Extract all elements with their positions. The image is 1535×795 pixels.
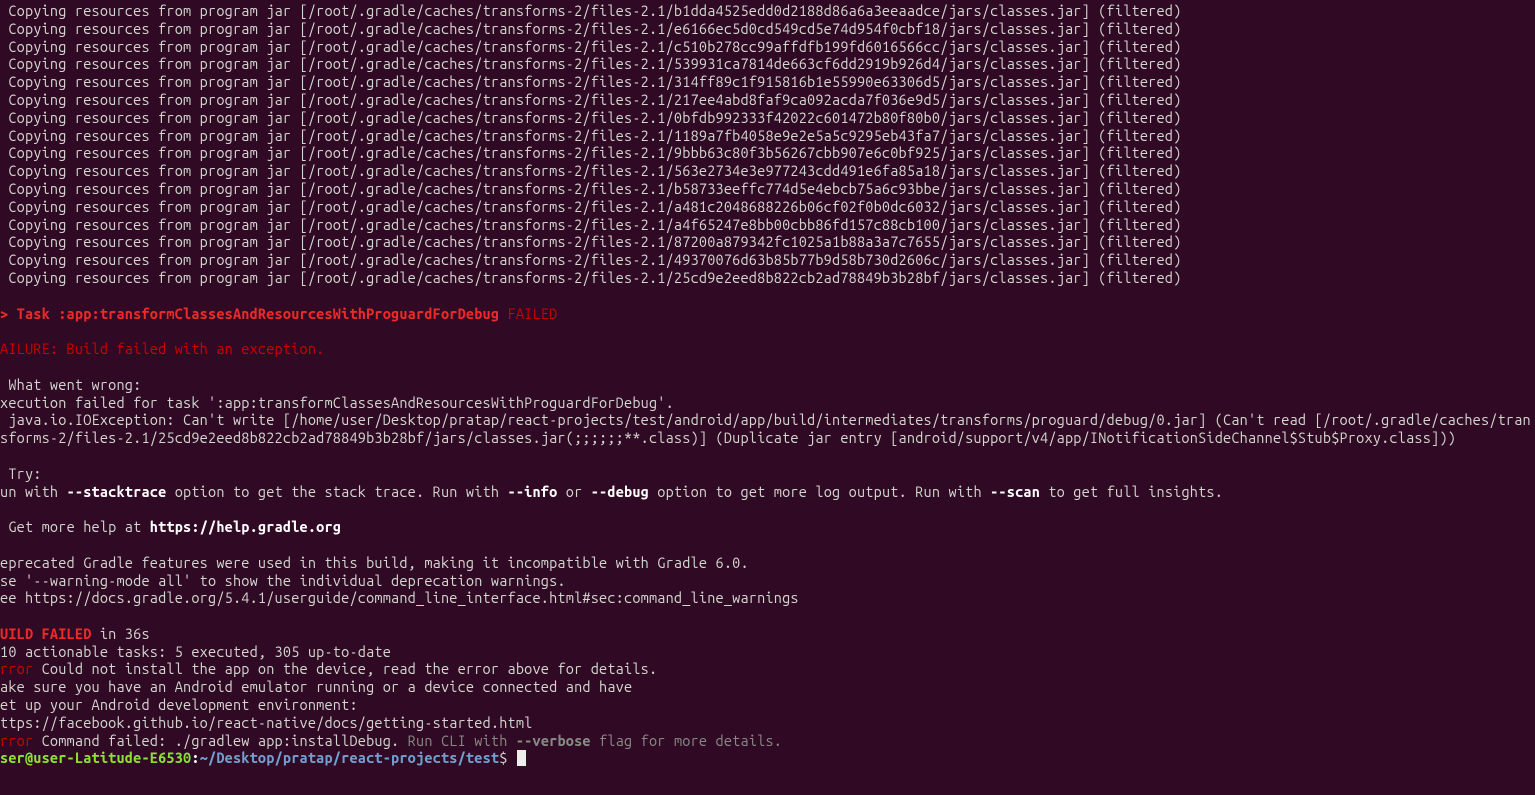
copying-line: Copying resources from program jar [/roo…	[0, 198, 1181, 215]
task-failed-word: FAILED	[499, 305, 557, 322]
what-went-wrong-heading: What went wrong:	[0, 376, 141, 393]
cursor	[517, 750, 526, 766]
try-heading: Try:	[0, 465, 42, 482]
prompt-path: ~/Desktop/pratap/react-projects/test	[200, 749, 500, 766]
copying-line: Copying resources from program jar [/roo…	[0, 55, 1181, 72]
copying-line: Copying resources from program jar [/roo…	[0, 109, 1181, 126]
copying-line: Copying resources from program jar [/roo…	[0, 144, 1181, 161]
copying-line: Copying resources from program jar [/roo…	[0, 216, 1181, 233]
copying-line: Copying resources from program jar [/roo…	[0, 269, 1181, 286]
ioexception-line: java.io.IOException: Can't write [/home/…	[0, 411, 1531, 446]
copying-line: Copying resources from program jar [/roo…	[0, 251, 1181, 268]
error-install-url: ttps://facebook.github.io/react-native/d…	[0, 714, 532, 731]
failure-heading: AILURE: Build failed with an exception.	[0, 340, 324, 357]
deprecated-line-3: ee https://docs.gradle.org/5.4.1/usergui…	[0, 589, 799, 606]
deprecated-line-2: se '--warning-mode all' to show the indi…	[0, 572, 566, 589]
copying-line: Copying resources from program jar [/roo…	[0, 162, 1181, 179]
copying-line: Copying resources from program jar [/roo…	[0, 127, 1181, 144]
build-failed-label: UILD FAILED	[0, 625, 92, 642]
copying-line: Copying resources from program jar [/roo…	[0, 91, 1181, 108]
help-line: Get more help at https://help.gradle.org	[0, 518, 341, 535]
error-command-line: rror Command failed: ./gradlew app:insta…	[0, 732, 782, 749]
stacktrace-flag: --stacktrace	[67, 483, 167, 500]
copying-line: Copying resources from program jar [/roo…	[0, 38, 1181, 55]
task-name: Task :app:transformClassesAndResourcesWi…	[17, 305, 500, 322]
try-line: un with --stacktrace option to get the s…	[0, 483, 1223, 500]
info-flag: --info	[508, 483, 558, 500]
copying-line: Copying resources from program jar [/roo…	[0, 233, 1181, 250]
copying-line: Copying resources from program jar [/roo…	[0, 180, 1181, 197]
task-failed-line: > Task :app:transformClassesAndResources…	[0, 305, 557, 322]
prompt-user: ser@user-Latitude-E6530	[0, 749, 191, 766]
error-install-line-3: et up your Android development environme…	[0, 696, 358, 713]
copying-line: Copying resources from program jar [/roo…	[0, 2, 1181, 19]
execution-failed-line: xecution failed for task ':app:transform…	[0, 394, 674, 411]
copying-line: Copying resources from program jar [/roo…	[0, 20, 1181, 37]
build-time: in 36s	[92, 625, 150, 642]
terminal-output[interactable]: Copying resources from program jar [/roo…	[0, 0, 1535, 767]
shell-prompt[interactable]: ser@user-Latitude-E6530:~/Desktop/pratap…	[0, 749, 526, 766]
verbose-flag: --verbose	[516, 732, 591, 749]
error-label-2: rror	[0, 732, 33, 749]
help-url: https://help.gradle.org	[150, 518, 341, 535]
copying-line: Copying resources from program jar [/roo…	[0, 73, 1181, 90]
debug-flag: --debug	[591, 483, 649, 500]
error-label: rror	[0, 660, 33, 677]
scan-flag: --scan	[990, 483, 1040, 500]
error-install-line-2: ake sure you have an Android emulator ru…	[0, 678, 632, 695]
error-install-line: rror Could not install the app on the de…	[0, 660, 657, 677]
deprecated-line-1: eprecated Gradle features were used in t…	[0, 554, 749, 571]
build-failed-line: UILD FAILED in 36s	[0, 625, 150, 642]
actionable-tasks-line: 10 actionable tasks: 5 executed, 305 up-…	[0, 643, 391, 660]
